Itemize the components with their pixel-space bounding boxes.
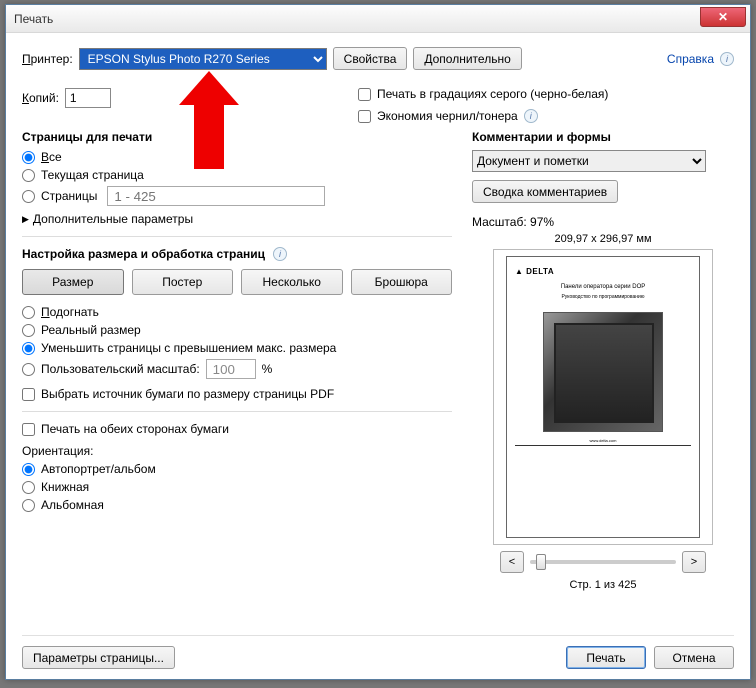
size-tab-button[interactable]: Размер xyxy=(22,269,124,295)
grayscale-checkbox[interactable] xyxy=(358,88,371,101)
pages-range-input[interactable] xyxy=(107,186,325,206)
page-setup-button[interactable]: Параметры страницы... xyxy=(22,646,175,669)
preview-doc-title: Панели оператора серии DOP xyxy=(515,284,691,290)
orient-portrait-radio[interactable] xyxy=(22,481,35,494)
grayscale-label: Печать в градациях серого (черно-белая) xyxy=(377,87,608,101)
scale-label: Масштаб: xyxy=(472,215,527,229)
orient-land-label: Альбомная xyxy=(41,498,104,512)
poster-tab-button[interactable]: Постер xyxy=(132,269,234,295)
close-button[interactable]: ✕ xyxy=(700,7,746,27)
help-link[interactable]: Справка xyxy=(667,52,714,66)
preview-slider[interactable] xyxy=(530,560,676,564)
duplex-label: Печать на обеих сторонах бумаги xyxy=(41,422,229,436)
print-dialog: Печать ✕ Принтер: EPSON Stylus Photo R27… xyxy=(5,4,751,680)
chevron-right-icon: ▶ xyxy=(22,214,29,225)
advanced-button[interactable]: Дополнительно xyxy=(413,47,521,70)
save-ink-checkbox[interactable] xyxy=(358,110,371,123)
window-title: Печать xyxy=(14,12,53,26)
orient-portrait-label: Книжная xyxy=(41,480,89,494)
slider-thumb[interactable] xyxy=(536,554,546,570)
info-icon[interactable]: i xyxy=(273,247,287,261)
orient-auto-radio[interactable] xyxy=(22,463,35,476)
pages-range-label: Страницы xyxy=(41,189,97,203)
preview-doc-sub: Руководство по программированию xyxy=(515,294,691,300)
actual-label: Реальный размер xyxy=(41,323,141,337)
titlebar: Печать ✕ xyxy=(6,5,750,33)
more-options-toggle[interactable]: ▶Дополнительные параметры xyxy=(22,212,452,226)
preview-image xyxy=(543,312,663,432)
pages-current-label: Текущая страница xyxy=(41,168,144,182)
comments-summary-button[interactable]: Сводка комментариев xyxy=(472,180,618,203)
sizing-section-title: Настройка размера и обработка страниц xyxy=(22,247,265,261)
pages-current-radio[interactable] xyxy=(22,169,35,182)
printer-label: Принтер: xyxy=(22,52,73,66)
actual-radio[interactable] xyxy=(22,324,35,337)
comments-section-title: Комментарии и формы xyxy=(472,130,734,144)
printer-select[interactable]: EPSON Stylus Photo R270 Series xyxy=(79,48,327,70)
choose-source-label: Выбрать источник бумаги по размеру стран… xyxy=(41,387,334,401)
booklet-tab-button[interactable]: Брошюра xyxy=(351,269,453,295)
percent-label: % xyxy=(262,362,273,376)
copies-input[interactable] xyxy=(65,88,111,108)
copies-label: Копий: xyxy=(22,91,59,105)
preview-brand: ▲ DELTA xyxy=(515,267,691,276)
orient-auto-label: Автопортрет/альбом xyxy=(41,462,156,476)
preview-next-button[interactable]: > xyxy=(682,551,706,573)
cancel-button[interactable]: Отмена xyxy=(654,646,734,669)
fit-radio[interactable] xyxy=(22,306,35,319)
help-icon[interactable]: i xyxy=(720,52,734,66)
print-button[interactable]: Печать xyxy=(566,646,646,669)
pages-section-title: Страницы для печати xyxy=(22,130,452,144)
comments-combo[interactable]: Документ и пометки xyxy=(472,150,706,172)
pages-all-radio[interactable] xyxy=(22,151,35,164)
save-ink-label: Экономия чернил/тонера xyxy=(377,109,518,123)
preview-prev-button[interactable]: < xyxy=(500,551,524,573)
multiple-tab-button[interactable]: Несколько xyxy=(241,269,343,295)
page-counter: Стр. 1 из 425 xyxy=(472,579,734,591)
orientation-label: Ориентация: xyxy=(22,444,452,458)
custom-label: Пользовательский масштаб: xyxy=(41,362,200,376)
orient-land-radio[interactable] xyxy=(22,499,35,512)
info-icon[interactable]: i xyxy=(524,109,538,123)
custom-scale-input[interactable] xyxy=(206,359,256,379)
preview-foot: www.delta.com xyxy=(515,438,691,446)
pages-range-radio[interactable] xyxy=(22,190,35,203)
page-dimensions: 209,97 x 296,97 мм xyxy=(472,233,734,245)
scale-value: 97% xyxy=(530,215,554,229)
custom-scale-radio[interactable] xyxy=(22,363,35,376)
shrink-label: Уменьшить страницы с превышением макс. р… xyxy=(41,341,336,355)
shrink-radio[interactable] xyxy=(22,342,35,355)
print-preview: ▲ DELTA Панели оператора серии DOP Руков… xyxy=(493,249,713,545)
choose-source-checkbox[interactable] xyxy=(22,388,35,401)
properties-button[interactable]: Свойства xyxy=(333,47,408,70)
duplex-checkbox[interactable] xyxy=(22,423,35,436)
